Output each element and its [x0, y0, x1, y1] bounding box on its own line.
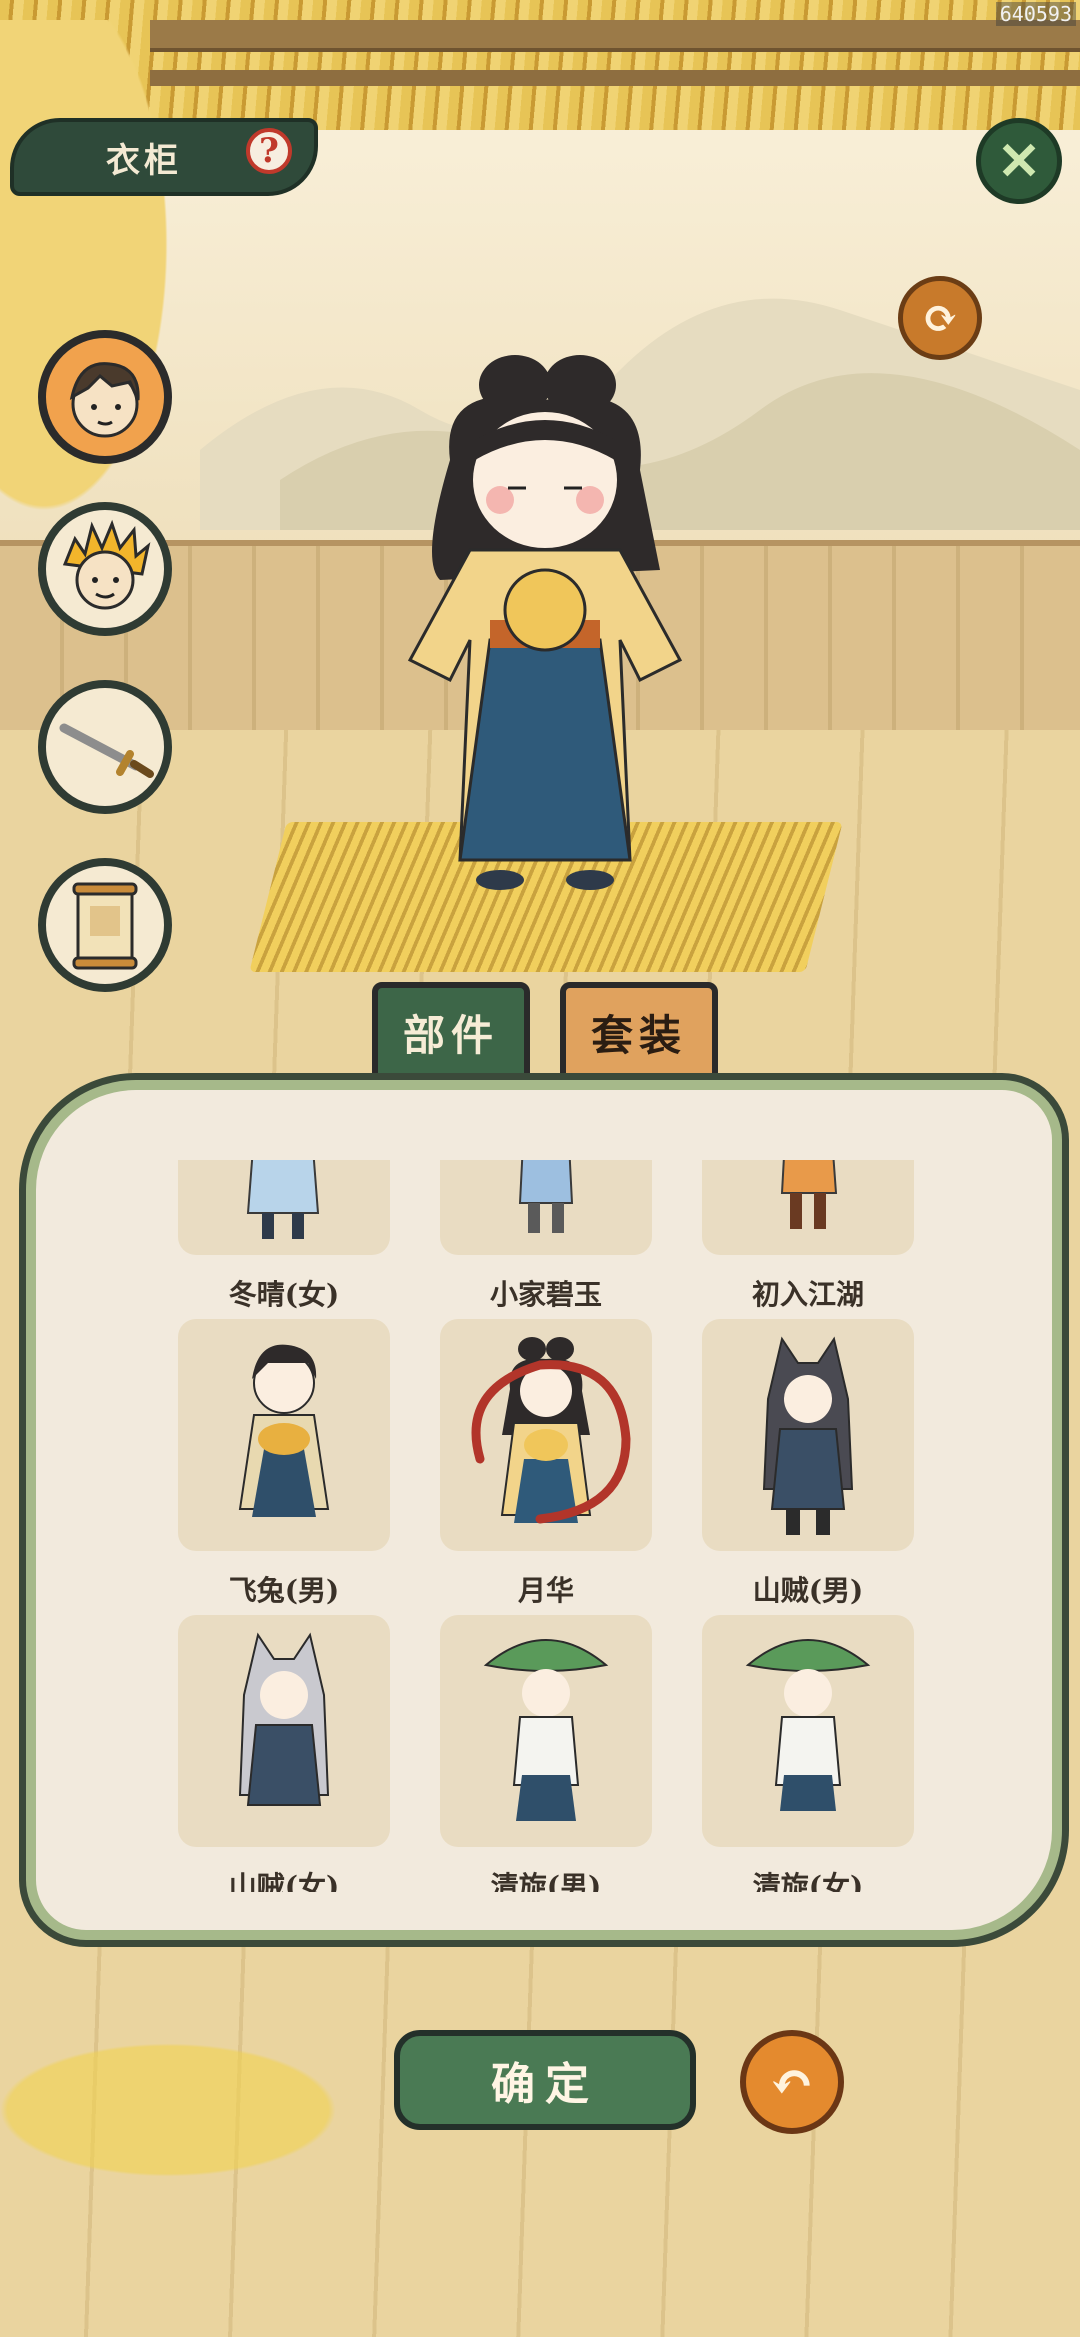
tab-sets[interactable]: 套装	[560, 982, 718, 1082]
outfit-label: 山贼(女)	[228, 1870, 340, 1892]
question-icon[interactable]: ?	[246, 128, 292, 174]
boy-face-icon	[69, 362, 140, 438]
outfit-figure-bandit-female	[238, 1632, 330, 1806]
side-tab-character[interactable]	[38, 330, 172, 464]
fallen-leaves	[0, 2010, 420, 2210]
outfit-card[interactable]	[178, 1319, 390, 1551]
outfit-label: 清旋(男)	[490, 1870, 602, 1892]
outfit-card[interactable]	[440, 1615, 652, 1847]
rotate-icon[interactable]: ⟳	[898, 276, 982, 360]
character-preview[interactable]	[380, 340, 710, 900]
outfit-figure-jade	[518, 1160, 574, 1233]
outfit-figure-jianghu	[780, 1160, 838, 1229]
outfit-figure-yuehua	[471, 1337, 631, 1524]
outfit-label: 清旋(女)	[752, 1870, 864, 1892]
hay-pile	[0, 20, 200, 580]
side-tab-hair[interactable]	[38, 502, 172, 636]
outfit-card[interactable]	[702, 1615, 914, 1847]
outfit-label: 月华	[517, 1574, 574, 1607]
outfit-card[interactable]	[440, 1160, 652, 1255]
build-id: 640593	[995, 2, 1076, 26]
outfit-figure-winter	[246, 1160, 320, 1239]
close-icon[interactable]: ✕	[976, 118, 1062, 204]
outfit-figure-qingxuan-male	[483, 1639, 609, 1821]
undo-icon[interactable]: ↶	[740, 2030, 844, 2134]
side-tab-scroll[interactable]	[38, 858, 172, 992]
outfit-figure-qingxuan-female	[745, 1639, 871, 1811]
outfit-label: 飞兔(男)	[228, 1574, 340, 1607]
outfit-card[interactable]	[178, 1160, 390, 1255]
side-tab-weapon[interactable]	[38, 680, 172, 814]
outfit-card[interactable]	[178, 1615, 390, 1847]
confirm-button[interactable]: 确定	[394, 2030, 696, 2130]
outfit-card-selected[interactable]	[440, 1319, 652, 1551]
outfit-label: 冬晴(女)	[228, 1278, 340, 1311]
outfit-figure-feitu	[238, 1344, 330, 1517]
outfit-card[interactable]	[702, 1319, 914, 1551]
scroll-icon	[72, 882, 138, 970]
outfit-grid-viewport[interactable]: 冬晴(女) 小家碧玉 初入江湖 飞兔(男) 月华 山贼(男) 山贼(女) 清旋(…	[150, 1160, 940, 1892]
outfit-label: 小家碧玉	[489, 1278, 602, 1311]
outfit-figure-bandit-male	[762, 1336, 854, 1535]
outfit-label: 山贼(男)	[752, 1574, 864, 1607]
outfit-card[interactable]	[702, 1160, 914, 1255]
sword-icon	[59, 723, 154, 778]
outfit-label: 初入江湖	[751, 1278, 864, 1311]
page-title: 衣柜	[106, 140, 182, 181]
golden-hair-face-icon	[62, 519, 151, 610]
roof-beam	[150, 20, 1080, 52]
tab-parts[interactable]: 部件	[372, 982, 530, 1082]
roof-beam-lower	[150, 70, 1080, 86]
